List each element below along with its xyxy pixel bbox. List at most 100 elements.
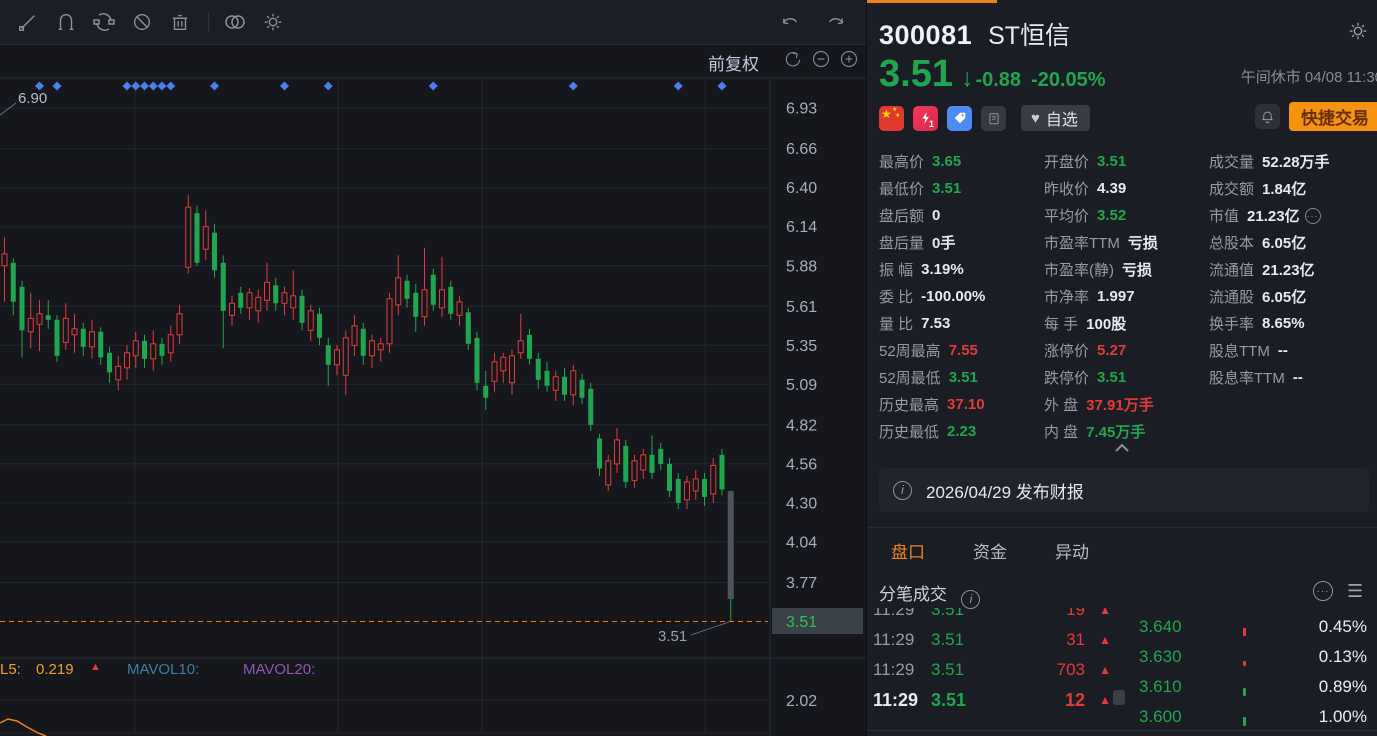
drawing-toolbar — [0, 0, 866, 45]
stat-label: 流通股 — [1209, 286, 1254, 307]
depth-row: 3.6100.89% — [1137, 674, 1369, 704]
stat-cell: 市盈率TTM亏损 — [1044, 229, 1209, 256]
stat-cell: 52周最高7.55 — [879, 337, 1044, 364]
stat-value: 1.997 — [1097, 288, 1135, 305]
continuous-drawing-icon[interactable] — [92, 10, 116, 34]
stat-value: 7.55 — [949, 342, 978, 359]
stat-label: 市净率 — [1044, 286, 1089, 307]
mavol10-label: MAVOL10: — [127, 661, 199, 678]
panel-settings-icon[interactable] — [1347, 20, 1369, 42]
stats-grid: 最高价3.65开盘价3.51成交量52.28万手最低价3.51昨收价4.39成交… — [879, 148, 1373, 445]
compare-overlay-icon[interactable] — [223, 10, 247, 34]
tick-row: 11:293.51703▲ — [873, 655, 1111, 685]
stat-label: 成交额 — [1209, 178, 1254, 199]
stat-cell: 股息率TTM-- — [1209, 364, 1373, 391]
stat-label: 股息TTM — [1209, 340, 1270, 361]
stat-value: 6.05亿 — [1262, 286, 1306, 307]
market-cap-more-icon[interactable]: ··· — [1305, 208, 1321, 224]
notes-icon — [981, 106, 1006, 131]
y-axis-tick-label: 4.56 — [786, 456, 817, 473]
quote-panel: 300081 ST恒信 3.51 ↓ -0.88 -20.05% 午间休市 04… — [866, 0, 1377, 736]
drawing-price-label: 6.90 — [18, 90, 47, 107]
hide-drawings-icon[interactable] — [130, 10, 154, 34]
current-price: 3.51 — [879, 54, 953, 94]
list-scrollbar-thumb[interactable] — [1113, 690, 1125, 705]
y-axis-tick-label: 6.93 — [786, 101, 817, 118]
current-price-axis-label: 3.51 — [786, 614, 817, 631]
stat-cell: 股息TTM-- — [1209, 337, 1373, 364]
panel-tab-资金[interactable]: 资金 — [973, 538, 1007, 564]
y-axis-tick-label: 6.66 — [786, 141, 817, 158]
depth-row: 3.6300.13% — [1137, 644, 1369, 674]
stat-value: 21.23亿 — [1262, 259, 1315, 280]
event-marker-diamond-icon — [210, 82, 219, 91]
chart-settings-icon[interactable] — [261, 10, 285, 34]
more-options-icon[interactable]: ··· — [1313, 581, 1333, 601]
add-watchlist-button[interactable]: ♥ 自选 — [1021, 105, 1090, 131]
stat-value: 3.51 — [1097, 369, 1126, 386]
active-tab-indicator — [867, 0, 997, 3]
stat-cell: 每 手100股 — [1044, 310, 1209, 337]
mavol5-label: L5: — [0, 661, 21, 678]
y-axis-tick-label: 5.35 — [786, 338, 817, 355]
undo-icon[interactable] — [778, 11, 802, 35]
stat-cell: 委 比-100.00% — [879, 283, 1044, 310]
stat-cell: 开盘价3.51 — [1044, 148, 1209, 175]
stat-label: 外 盘 — [1044, 394, 1078, 415]
stat-value: -100.00% — [921, 288, 985, 305]
depth-mini-bar — [1243, 717, 1246, 726]
redo-icon[interactable] — [824, 11, 848, 35]
stat-value: 7.53 — [921, 315, 950, 332]
stat-cell: 外 盘 37.91万手 — [1044, 391, 1209, 418]
y-axis-tick-label: 4.04 — [786, 534, 817, 551]
stat-value: 3.51 — [949, 369, 978, 386]
tick-info-icon[interactable]: i — [961, 590, 980, 609]
stat-cell: 量 比7.53 — [879, 310, 1044, 337]
magnet-tool-icon[interactable] — [54, 10, 78, 34]
earnings-notice[interactable]: i 2026/04/29 发布财报 — [879, 468, 1369, 512]
tick-up-triangle-icon: ▲ — [1085, 693, 1111, 707]
tick-time: 11:29 — [873, 608, 931, 620]
level1-quote-icon: 1 — [913, 106, 938, 131]
y-axis-tick-label: 5.88 — [786, 258, 817, 275]
stat-cell: 盘后量0手 — [879, 229, 1044, 256]
depth-percent: 1.00% — [1319, 707, 1367, 727]
tick-by-tick-list[interactable]: 11:293.5119▲11:293.5131▲11:293.51703▲11:… — [873, 608, 1111, 730]
delete-drawings-icon[interactable] — [168, 10, 192, 34]
tick-price: 3.51 — [931, 608, 995, 620]
stat-cell: 昨收价4.39 — [1044, 175, 1209, 202]
depth-mini-bar — [1243, 661, 1246, 666]
trendline-tool-icon[interactable] — [16, 10, 40, 34]
stat-value: 52.28万手 — [1262, 151, 1330, 172]
event-marker-diamond-icon — [53, 82, 62, 91]
quick-trade-button[interactable]: 快捷交易 — [1289, 102, 1377, 131]
stat-cell: 平均价3.52 — [1044, 202, 1209, 229]
stat-label: 跌停价 — [1044, 367, 1089, 388]
panel-tab-异动[interactable]: 异动 — [1055, 538, 1089, 564]
stat-cell: 盘后额0 — [879, 202, 1044, 229]
stat-label: 平均价 — [1044, 205, 1089, 226]
stat-value: 0手 — [932, 232, 955, 253]
tick-volume: 703 — [995, 660, 1085, 680]
alert-bell-button[interactable] — [1255, 104, 1280, 129]
stock-name: ST恒信 — [988, 16, 1070, 52]
panel-tab-盘口[interactable]: 盘口 — [891, 538, 925, 564]
price-down-arrow-icon: ↓ — [961, 64, 974, 93]
stat-cell: 流通值21.23亿 — [1209, 256, 1373, 283]
collapse-stats-button[interactable] — [867, 443, 1377, 459]
tick-row: 11:293.5131▲ — [873, 625, 1111, 655]
list-view-icon[interactable]: ☰ — [1347, 581, 1367, 601]
tick-up-triangle-icon: ▲ — [1085, 633, 1111, 647]
event-marker-diamond-icon — [123, 82, 132, 91]
stat-value: 7.45万手 — [1086, 421, 1145, 442]
stat-cell: 成交额1.84亿 — [1209, 175, 1373, 202]
stat-cell: 振 幅3.19% — [879, 256, 1044, 283]
candlestick-chart[interactable]: 3.516.936.666.406.145.885.615.355.094.82… — [0, 45, 866, 736]
stat-value: 37.91万手 — [1086, 394, 1154, 415]
tick-time: 11:29 — [873, 690, 931, 711]
depth-mini-bar — [1243, 688, 1246, 696]
price-callout-label: 3.51 — [658, 628, 687, 645]
stat-cell: 成交量52.28万手 — [1209, 148, 1373, 175]
depth-mini-bar — [1243, 628, 1246, 636]
stat-value: 3.19% — [921, 261, 964, 278]
